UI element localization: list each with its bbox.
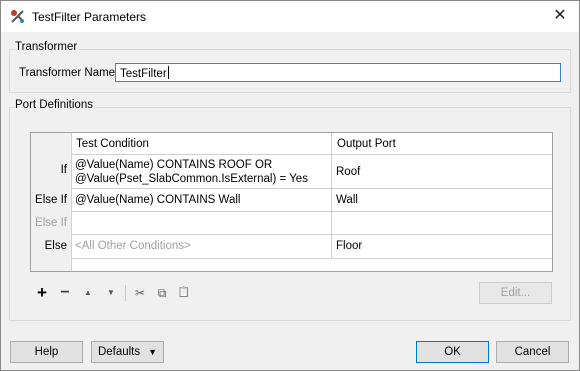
add-row-icon[interactable]: + [34,284,50,301]
window-title: TestFilter Parameters [32,10,147,24]
copy-icon[interactable]: ⧉ [154,285,170,301]
transformer-name-label: Transformer Name: [19,67,119,79]
condition-cell[interactable]: @Value(Name) CONTAINS Wall [71,194,240,206]
output-cell[interactable]: Floor [332,240,362,252]
row-label-else-if-empty: Else If [35,217,67,229]
condition-cell[interactable]: @Value(Name) CONTAINS ROOF OR @Value(Pse… [71,158,330,186]
close-icon[interactable]: ✕ [549,6,571,26]
chevron-down-icon: ▼ [148,347,158,357]
port-definitions-label: Port Definitions [15,99,95,111]
row-divider [71,234,552,235]
help-button[interactable]: Help [10,341,83,363]
text-cursor [167,66,169,79]
row-label-else: Else [44,240,67,252]
condition-line: @Value(Pset_SlabCommon.IsExternal) = Yes [75,173,308,185]
output-cell[interactable]: Roof [332,166,360,178]
defaults-button[interactable]: Defaults ▼ [91,341,164,363]
dialog-window: TestFilter Parameters ✕ Transformer Tran… [0,0,580,371]
condition-cell[interactable]: <All Other Conditions> [71,240,191,252]
toolbar-separator [125,285,126,301]
row-label-else-if: Else If [35,194,67,206]
row-label-if: If [60,164,67,176]
paste-icon[interactable]: 📋 [176,285,192,301]
row-divider [71,211,552,212]
edit-button[interactable]: Edit... [479,282,552,304]
move-down-icon[interactable]: ▼ [103,285,119,301]
transformer-name-value: TestFilter [120,68,167,80]
cancel-button[interactable]: Cancel [496,341,569,363]
title-bar: TestFilter Parameters ✕ [1,1,579,32]
ok-button[interactable]: OK [416,341,489,363]
output-cell[interactable]: Wall [332,194,358,206]
cut-icon[interactable]: ✂ [132,285,148,301]
column-header-condition[interactable]: Test Condition [71,133,332,155]
condition-line: @Value(Name) CONTAINS ROOF OR [75,159,273,171]
defaults-label: Defaults [97,346,141,358]
remove-row-icon[interactable]: − [57,285,73,301]
column-header-output[interactable]: Output Port [332,133,552,155]
fme-transformer-icon [11,10,24,23]
move-up-icon[interactable]: ▲ [80,285,96,301]
row-divider [71,188,552,189]
transformer-name-input[interactable]: TestFilter [115,63,561,82]
row-divider [71,258,552,259]
transformer-group-label: Transformer [15,41,80,53]
port-table: Test Condition Output Port If @Value(Nam… [30,132,553,272]
